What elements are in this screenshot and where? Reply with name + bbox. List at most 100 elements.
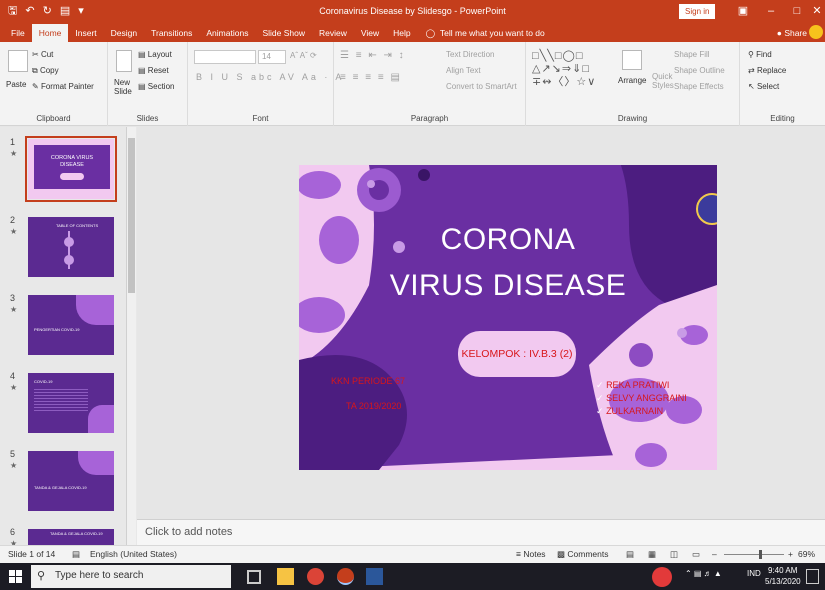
feedback-smiley-icon[interactable] [809,25,823,39]
reset-button[interactable]: ▤ Reset [138,66,169,75]
antivirus-tray-icon[interactable] [652,567,672,587]
tab-transitions[interactable]: Transitions [144,24,199,42]
task-view-icon[interactable] [247,570,261,584]
paste-button[interactable]: Paste [6,80,26,89]
share-button[interactable]: ● Share [777,24,807,42]
member-3[interactable]: ✓ ZULKARNAIN [596,406,663,417]
arrange-button[interactable]: Arrange [618,76,646,85]
tab-animations[interactable]: Animations [199,24,255,42]
align-buttons[interactable]: ≡ ≡ ≡ ≡ ▤ [340,72,402,83]
zoom-percent[interactable]: 69% [798,549,815,559]
tab-review[interactable]: Review [312,24,354,42]
input-language[interactable]: IND [747,569,761,578]
replace-button[interactable]: ⇄ Replace [748,66,786,75]
shape-outline-button[interactable]: Shape Outline [674,66,725,75]
font-grow-shrink-icons[interactable]: Aˆ Aˇ ⟳ [290,51,317,60]
close-icon[interactable]: ✕ [804,0,825,22]
spell-check-icon[interactable]: ▤ [72,549,80,560]
file-explorer-icon[interactable] [277,568,294,585]
section-button[interactable]: ▤ Section [138,82,174,91]
thumbnail-row-1[interactable]: 1 ★ CORONA VIRUS DISEASE [0,136,128,205]
cut-button[interactable]: ✂ Cut [32,50,53,59]
shapes-gallery[interactable]: □╲╲□◯□ △↗↘⇒⇓□ ∓↭〈〉☆∨ [532,50,596,89]
save-icon[interactable]: 🖫 [8,0,17,22]
format-painter-button[interactable]: ✎ Format Painter [32,82,94,91]
thumbnail-row-5[interactable]: 5 ★ TANDA & GEJALA COVID-19 [0,449,128,517]
thumbnail-slide-5[interactable]: TANDA & GEJALA COVID-19 [28,451,114,511]
slide-sorter-icon[interactable]: ▦ [648,549,656,560]
tray-icons[interactable]: ⌃ ▤ ♬ ▲ [685,569,722,578]
text-direction-button[interactable]: Text Direction [446,50,494,59]
tab-view[interactable]: View [354,24,386,42]
zoom-in-icon[interactable]: + [788,549,793,559]
thumbnail-row-6[interactable]: 6 ★ TANDA & GEJALA COVID-19 [0,527,128,545]
thumbnail-row-3[interactable]: 3 ★ PENGERTIAN COVID-19 [0,293,128,361]
shape-effects-button[interactable]: Shape Effects [674,82,724,91]
customize-qat-icon[interactable]: ▾ [78,0,84,22]
start-from-beginning-icon[interactable]: ▤ [60,0,70,22]
thumbnail-slide-6[interactable]: TANDA & GEJALA COVID-19 [28,529,114,545]
new-slide-button[interactable]: New Slide [114,78,136,96]
zoom-out-icon[interactable]: – [712,549,717,559]
tab-slide-show[interactable]: Slide Show [255,24,312,42]
font-format-buttons[interactable]: B I U S abc AV Aa · A [196,72,344,82]
clock-time[interactable]: 9:40 AM [768,566,797,575]
tab-design[interactable]: Design [104,24,144,42]
convert-smartart-button[interactable]: Convert to SmartArt [446,82,517,91]
align-text-button[interactable]: Align Text [446,66,481,75]
thumbnail-slide-1[interactable]: CORONA VIRUS DISEASE [25,136,117,202]
thumbnail-slide-2[interactable]: TABLE OF CONTENTS [28,217,114,277]
list-buttons[interactable]: ☰ ≡ ⇤ ⇥ ↕ [340,50,406,61]
tell-me-search[interactable]: ◯ Tell me what you want to do [418,24,545,42]
kkn-period-text[interactable]: KKN PERIODE 67 [331,376,405,386]
comments-button[interactable]: ▩ Comments [557,549,609,560]
group-label-pill[interactable]: KELOMPOK : IV.B.3 (2) [458,331,576,377]
zoom-slider[interactable] [724,554,784,555]
notes-pane[interactable]: Click to add notes [137,519,825,545]
notes-placeholder[interactable]: Click to add notes [145,526,232,538]
select-button[interactable]: ↖ Select [748,82,779,91]
font-name-combo[interactable] [194,50,256,64]
font-size-combo[interactable]: 14 [258,50,286,64]
new-slide-icon[interactable] [116,50,132,72]
member-1[interactable]: ✓ REKA PRATIWI [596,380,669,391]
arrange-icon[interactable] [622,50,642,70]
chrome-icon[interactable] [307,568,324,585]
shape-fill-button[interactable]: Shape Fill [674,50,710,59]
find-button[interactable]: ⚲ Find [748,50,772,59]
layout-button[interactable]: ▤ Layout [138,50,172,59]
slide-show-icon[interactable]: ▭ [692,549,700,560]
windows-start-icon[interactable] [9,570,22,583]
thumbnail-scroll-thumb[interactable] [128,138,135,293]
word-taskbar-icon[interactable] [366,568,383,585]
member-2[interactable]: ✓ SELVY ANGGRAINI [596,393,687,404]
slide-title-line1[interactable]: CORONA [299,223,717,257]
redo-icon[interactable]: ↻ [43,0,52,22]
language-status[interactable]: English (United States) [90,549,177,559]
tab-file[interactable]: File [4,24,32,42]
taskbar-search-box[interactable]: ⚲ Type here to search [31,565,231,588]
sign-in-button[interactable]: Sign in [679,4,716,19]
academic-year-text[interactable]: TA 2019/2020 [346,401,401,411]
thumbnail-slide-3[interactable]: PENGERTIAN COVID-19 [28,295,114,355]
notes-button[interactable]: ≡ Notes [516,549,546,559]
powerpoint-taskbar-icon[interactable] [337,568,354,585]
paste-icon[interactable] [8,50,28,72]
tab-home[interactable]: Home [31,24,69,42]
tab-insert[interactable]: Insert [68,24,103,42]
tab-help[interactable]: Help [386,24,417,42]
minimize-icon[interactable]: – [758,0,784,22]
slide-title-line2[interactable]: VIRUS DISEASE [299,269,717,303]
quick-styles-button[interactable]: Quick Styles [652,72,674,90]
reading-view-icon[interactable]: ◫ [670,549,678,560]
normal-view-icon[interactable]: ▤ [626,549,634,560]
slide-canvas[interactable]: CORONA VIRUS DISEASE [299,165,717,470]
thumbnail-row-2[interactable]: 2 ★ TABLE OF CONTENTS [0,215,128,283]
thumbnail-slide-4[interactable]: COVID-19 [28,373,114,433]
thumbnail-row-4[interactable]: 4 ★ COVID-19 [0,371,128,439]
clock-date[interactable]: 5/13/2020 [765,577,801,586]
undo-icon[interactable]: ↶ [25,0,34,22]
ribbon-display-options-icon[interactable]: ▣ [730,0,756,22]
zoom-slider-thumb[interactable] [759,550,762,559]
copy-button[interactable]: ⧉ Copy [32,66,59,76]
